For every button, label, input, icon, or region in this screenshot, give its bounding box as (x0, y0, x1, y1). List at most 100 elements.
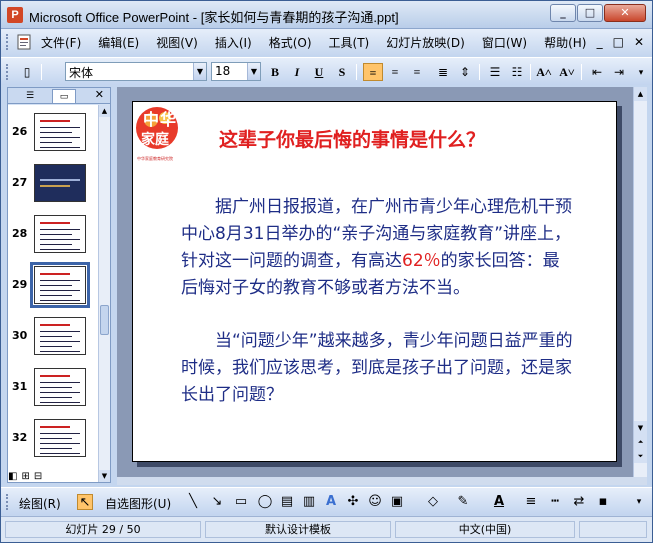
minimize-button[interactable]: _ (550, 4, 576, 22)
menu-grip[interactable] (6, 34, 9, 50)
line-spacing-icon[interactable]: ⇕ (455, 63, 475, 81)
menu-window[interactable]: 窗口(W) (482, 34, 527, 51)
slides-tab-icon[interactable]: ▭ (52, 89, 76, 103)
slide-thumbnail[interactable] (34, 164, 86, 202)
chevron-down-icon[interactable]: ▼ (247, 63, 260, 80)
powerpoint-app-icon[interactable]: P (7, 7, 23, 23)
previous-slide-icon[interactable]: ⏶ (634, 435, 647, 449)
thumbnail-row[interactable]: 32 (8, 419, 98, 465)
thumbnail-row[interactable]: 27 (8, 164, 98, 210)
slide-thumbnail[interactable] (34, 113, 86, 151)
slide-thumbnail[interactable] (34, 215, 86, 253)
distribute-icon[interactable]: ≣ (433, 63, 453, 81)
current-slide[interactable]: 中 华 家庭 中华家庭教育研究院 这辈子你最后悔的事情是什么？ 据广州日报报道，… (132, 101, 617, 462)
maximize-button[interactable]: □ (577, 4, 603, 22)
normal-view-icon[interactable]: ◧ (8, 471, 17, 485)
line-icon[interactable]: ╲ (185, 494, 201, 510)
slides-panel: ☰ ▭ ✕ 26 27 28 29 30 31 32 ▲ ▼ (7, 87, 111, 483)
menu-format[interactable]: 格式(O) (269, 34, 312, 51)
slide-thumbnail[interactable] (34, 317, 86, 355)
diagram-icon[interactable]: ✣ (345, 494, 361, 510)
bold-button[interactable]: B (265, 63, 285, 81)
wordart-icon[interactable]: A (323, 494, 339, 510)
font-color-icon[interactable]: A (491, 494, 507, 510)
scroll-up-icon[interactable]: ▲ (634, 87, 647, 101)
clipart-icon[interactable]: ☺ (367, 494, 383, 510)
arrow-style-icon[interactable]: ⇄ (571, 494, 587, 510)
line-style-icon[interactable]: ≡ (523, 494, 539, 510)
menu-help[interactable]: 帮助(H) (544, 34, 586, 51)
slide-scrollbar[interactable]: ▲ ▼ ⏶ ⏷ (633, 87, 647, 477)
horizontal-scrollbar[interactable] (117, 477, 647, 485)
toolbar-options-icon[interactable]: ▾ (631, 494, 647, 510)
dash-style-icon[interactable]: ┅ (547, 494, 563, 510)
increase-font-icon[interactable]: A˄ (534, 63, 554, 81)
scroll-thumb[interactable] (100, 305, 109, 335)
slideshow-view-icon[interactable]: ⊟ (34, 471, 42, 485)
close-icon[interactable]: ✕ (95, 88, 104, 101)
arrow-icon[interactable]: ↘ (209, 494, 225, 510)
align-right-icon[interactable]: ≡ (407, 63, 427, 81)
underline-button[interactable]: U (309, 63, 329, 81)
thumbnail-number: 26 (12, 125, 28, 138)
increase-indent-icon[interactable]: ⇥ (609, 63, 629, 81)
slide-thumbnail[interactable] (34, 368, 86, 406)
next-slide-icon[interactable]: ⏷ (634, 449, 647, 463)
numbering-icon[interactable]: ☰ (485, 63, 505, 81)
rectangle-icon[interactable]: ▭ (233, 494, 249, 510)
outline-tab-icon[interactable]: ☰ (18, 89, 42, 103)
scroll-up-icon[interactable]: ▲ (99, 105, 110, 117)
doc-restore-button[interactable]: □ (613, 35, 624, 49)
decrease-font-icon[interactable]: A˅ (557, 63, 577, 81)
line-color-icon[interactable]: ✎ (455, 494, 471, 510)
scroll-down-icon[interactable]: ▼ (634, 421, 647, 435)
shadow-style-icon[interactable]: ▪ (595, 494, 611, 510)
toolbar-options-icon[interactable]: ▾ (631, 63, 651, 81)
textbox-icon[interactable]: ▤ (279, 494, 295, 510)
menu-insert[interactable]: 插入(I) (215, 34, 252, 51)
thumbnail-row[interactable]: 31 (8, 368, 98, 414)
font-size-select[interactable]: 18 ▼ (211, 62, 261, 81)
oval-icon[interactable]: ◯ (257, 494, 273, 510)
slide-thumbnail[interactable] (30, 262, 90, 308)
menu-view[interactable]: 视图(V) (156, 34, 198, 51)
panel-scrollbar[interactable]: ▲ ▼ (98, 105, 110, 482)
toolbar-grip[interactable] (6, 64, 9, 80)
menu-tools[interactable]: 工具(T) (329, 34, 370, 51)
decrease-indent-icon[interactable]: ⇤ (587, 63, 607, 81)
vertical-textbox-icon[interactable]: ▥ (301, 494, 317, 510)
chevron-down-icon[interactable]: ▼ (193, 63, 206, 80)
presentation-doc-icon[interactable] (15, 33, 33, 51)
slide-thumbnail[interactable] (34, 419, 86, 457)
menu-slideshow[interactable]: 幻灯片放映(D) (386, 34, 465, 51)
scroll-down-icon[interactable]: ▼ (99, 470, 110, 482)
thumbnail-row[interactable]: 28 (8, 215, 98, 261)
new-doc-icon[interactable]: ▯ (17, 63, 37, 81)
select-pointer-icon[interactable]: ↖ (77, 494, 93, 510)
close-button[interactable]: ✕ (604, 4, 646, 22)
thumbnail-row[interactable]: 26 (8, 113, 98, 159)
sorter-view-icon[interactable]: ⊞ (21, 471, 29, 485)
toolbar-grip[interactable] (6, 494, 9, 510)
design-template[interactable]: 默认设计模板 (205, 521, 391, 538)
thumbnail-row[interactable]: 29 (8, 262, 98, 312)
shadow-button[interactable]: S (332, 63, 352, 81)
draw-menu-button[interactable]: 绘图(R) (19, 495, 61, 512)
picture-icon[interactable]: ▣ (389, 494, 405, 510)
bullets-icon[interactable]: ☷ (507, 63, 527, 81)
font-name-select[interactable]: 宋体 ▼ (65, 62, 207, 81)
italic-button[interactable]: I (287, 63, 307, 81)
thumbnail-number: 29 (12, 278, 28, 291)
align-left-icon[interactable]: ≡ (363, 63, 383, 81)
thumbnail-row[interactable]: 30 (8, 317, 98, 363)
doc-close-button[interactable]: ✕ (634, 35, 644, 49)
autoshapes-button[interactable]: 自选图形(U) (105, 495, 171, 512)
logo-icon: 中 华 家庭 (136, 107, 178, 149)
menu-file[interactable]: 文件(F) (41, 34, 81, 51)
doc-minimize-button[interactable]: _ (597, 35, 603, 49)
fill-color-icon[interactable]: ◇ (425, 494, 441, 510)
slide-body[interactable]: 据广州日报报道，在广州市青少年心理危机干预中心8月31日举办的“亲子沟通与家庭教… (181, 194, 573, 435)
align-center-icon[interactable]: ≡ (385, 63, 405, 81)
menu-edit[interactable]: 编辑(E) (98, 34, 139, 51)
slide-title[interactable]: 这辈子你最后悔的事情是什么？ (219, 125, 485, 152)
